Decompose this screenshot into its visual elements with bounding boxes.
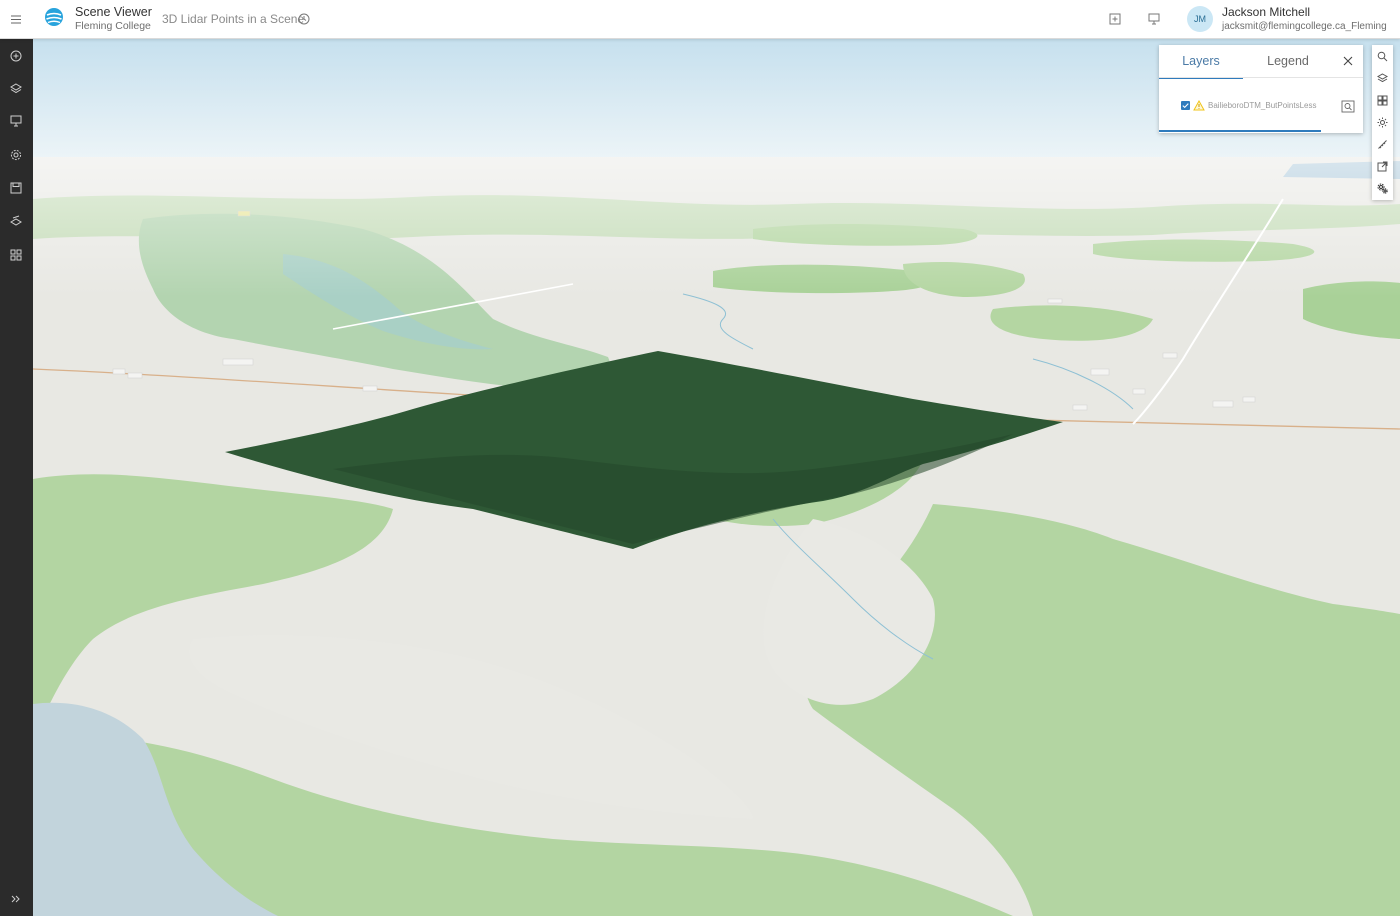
scene-info-icon[interactable] [297, 12, 311, 26]
daylight-icon[interactable] [1374, 114, 1391, 131]
scene-canvas[interactable] [33, 39, 1400, 916]
organization-name: Fleming College [75, 20, 151, 32]
apps-icon[interactable] [6, 245, 26, 265]
left-sidebar [0, 39, 33, 916]
expand-icon[interactable] [6, 889, 26, 909]
layer-name[interactable]: BailieboroDTM_ButPointsLess [1208, 101, 1317, 110]
close-icon[interactable] [1341, 54, 1355, 68]
layers-icon[interactable] [1374, 70, 1391, 87]
settings-icon[interactable] [6, 145, 26, 165]
scene-view[interactable] [33, 39, 1400, 916]
app-title: Scene Viewer [75, 5, 152, 19]
presentation-icon[interactable] [1146, 11, 1162, 27]
scene-title: 3D Lidar Points in a Scene [162, 12, 305, 26]
layer-item[interactable]: BailieboroDTM_ButPointsLess [1177, 100, 1357, 114]
share-icon[interactable] [1374, 158, 1391, 175]
tab-divider [1159, 77, 1363, 78]
avatar[interactable]: JM [1187, 6, 1213, 32]
save-icon[interactable] [6, 178, 26, 198]
presentation-icon[interactable] [6, 111, 26, 131]
new-scene-icon[interactable] [1107, 11, 1123, 27]
settings-icon[interactable] [1374, 180, 1391, 197]
right-toolbar [1372, 45, 1393, 200]
tab-legend[interactable]: Legend [1245, 45, 1331, 77]
layers-panel: Layers Legend BailieboroDTM_ButPointsLes… [1159, 45, 1363, 133]
add-layers-icon[interactable] [6, 46, 26, 66]
warning-icon [1193, 100, 1205, 111]
search-icon[interactable] [1374, 48, 1391, 65]
layer-visibility-checkbox[interactable] [1181, 101, 1190, 110]
measure-icon[interactable] [1374, 136, 1391, 153]
layer-loading-bar [1159, 130, 1321, 132]
menu-icon[interactable] [6, 9, 26, 29]
scene-viewer-logo-icon[interactable] [44, 7, 64, 27]
analysis-icon[interactable] [6, 211, 26, 231]
layers-icon[interactable] [6, 79, 26, 99]
top-header: Scene Viewer Fleming College 3D Lidar Po… [0, 0, 1400, 39]
zoom-to-layer-icon[interactable] [1341, 100, 1355, 113]
user-name[interactable]: Jackson Mitchell [1222, 5, 1310, 19]
basemap-icon[interactable] [1374, 92, 1391, 109]
horizon-haze [33, 157, 1400, 297]
tab-layers[interactable]: Layers [1159, 45, 1243, 79]
user-email: jacksmit@flemingcollege.ca_Fleming [1222, 21, 1387, 32]
